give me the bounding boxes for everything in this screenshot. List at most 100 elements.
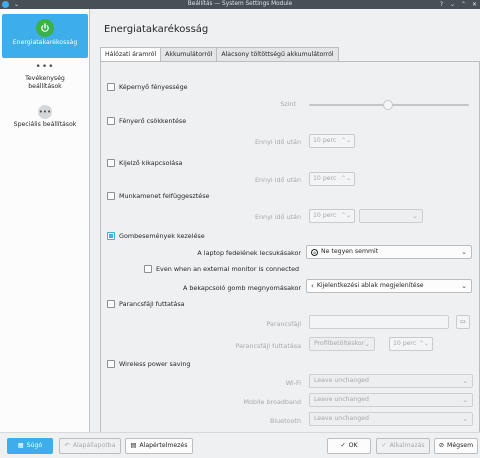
bluetooth-combo[interactable]: Leave unchanged ⌄ <box>309 412 473 426</box>
sidebar-item-label: Speciális beállítások <box>13 121 77 128</box>
suspend-label: Munkamenet felfüggesztése <box>119 192 210 200</box>
sidebar-item-activity[interactable]: ••• Tevékenység beállítások <box>2 61 88 101</box>
mobile-broadband-combo[interactable]: Leave unchanged ⌄ <box>309 393 473 407</box>
chevron-down-icon: ⌄ <box>462 396 468 404</box>
run-script-label: Parancsfájl futtatása <box>119 300 185 308</box>
screen-off-checkbox[interactable] <box>107 159 115 167</box>
spin-arrows-icon[interactable]: ⌃⌄ <box>419 338 429 350</box>
help-button[interactable]: ▦ Súgó <box>7 438 53 454</box>
button-events-row[interactable]: Gombesemények kezelése <box>107 232 205 240</box>
suspend-checkbox[interactable] <box>107 192 115 200</box>
window-titlebar[interactable]: ⌄ Beállítás — System Settings Module ? ⌄… <box>0 0 480 9</box>
screen-off-spinbox[interactable]: 10 perc ⌃⌄ <box>309 172 355 186</box>
cancel-label: Mégsem <box>447 442 474 449</box>
document-icon: ▤ <box>130 442 137 449</box>
settings-panel: Képernyő fényessége Szint Fényerő csökke… <box>100 61 480 438</box>
suspend-action-combo[interactable]: ⌄ <box>359 209 423 223</box>
dim-screen-row[interactable]: Fényerő csökkentése <box>107 117 186 125</box>
apply-button[interactable]: ✓ Alkalmazás <box>376 438 430 454</box>
screen-brightness-row[interactable]: Képernyő fényessége <box>107 83 188 91</box>
dim-screen-spinbox[interactable]: 10 perc ⌃⌄ <box>309 134 355 148</box>
lid-close-label: A laptop fedelének lecsukásakor <box>197 249 301 257</box>
screen-off-after-label: Ennyi idő után <box>254 176 301 184</box>
wireless-row[interactable]: Wireless power saving <box>107 360 190 368</box>
chevron-down-icon: ⌄ <box>461 248 467 256</box>
chevron-down-icon: ⌄ <box>364 340 370 348</box>
wifi-combo[interactable]: Leave unchanged ⌄ <box>309 374 473 388</box>
undo-icon: ↶ <box>64 442 70 449</box>
defaults-button[interactable]: ▤ Alapértelmezés <box>125 438 193 454</box>
tab-bar: Hálózati áramról Akkumulátorról Alacsony… <box>100 47 339 62</box>
chevron-down-icon: ⌄ <box>412 212 418 220</box>
sidebar-item-label: Energiatakarékosság <box>12 39 78 46</box>
close-icon[interactable]: ✕ <box>471 1 478 8</box>
power-icon <box>36 19 54 37</box>
screen-off-row[interactable]: Kijelző kikapcsolása <box>107 159 182 167</box>
main-content: Energiatakarékosság Hálózati áramról Akk… <box>91 9 480 438</box>
sidebar-item-advanced[interactable]: ••• Speciális beállítások <box>2 105 88 139</box>
dots-icon: ••• <box>38 105 52 119</box>
dim-screen-after-label: Ennyi idő után <box>254 138 301 146</box>
spin-arrows-icon[interactable]: ⌃⌄ <box>341 210 351 222</box>
spin-arrows-icon[interactable]: ⌃⌄ <box>341 173 351 185</box>
chevron-down-icon: ⌄ <box>462 377 468 385</box>
external-monitor-row[interactable]: Even when an external monitor is connect… <box>144 265 299 273</box>
cancel-button[interactable]: ⊘ Mégsem <box>434 438 478 454</box>
app-icon[interactable] <box>2 1 9 8</box>
window-title: Beállítás — System Settings Module <box>187 1 293 7</box>
run-script-checkbox[interactable] <box>107 300 115 308</box>
spinbox-value: 10 perc <box>393 340 417 347</box>
power-button-label: A bekapcsoló gomb megnyomásakor <box>182 284 301 292</box>
button-events-checkbox[interactable] <box>107 232 115 240</box>
brightness-level-label: Szint <box>280 100 296 108</box>
dots-icon: ••• <box>35 62 55 72</box>
help-icon[interactable]: ? <box>438 1 445 8</box>
checkmark-icon: ✓ <box>381 442 387 449</box>
pin-icon[interactable]: ⌄ <box>13 1 20 8</box>
brightness-slider-handle[interactable] <box>383 100 393 110</box>
cancel-icon: ⊘ <box>438 442 445 449</box>
spin-arrows-icon[interactable]: ⌃⌄ <box>341 135 351 147</box>
ok-label: OK <box>348 442 358 449</box>
chevron-down-icon: ⌄ <box>462 415 468 423</box>
checkmark-icon: ✓ <box>340 442 346 449</box>
button-events-label: Gombesemények kezelése <box>119 232 205 240</box>
suspend-after-label: Ennyi idő után <box>254 213 301 221</box>
tab-ac-power[interactable]: Hálózati áramról <box>100 47 162 62</box>
suspend-spinbox[interactable]: 10 perc ⌃⌄ <box>309 209 355 223</box>
tab-low-battery[interactable]: Alacsony töltöttségű akkumulátorról <box>216 47 339 61</box>
wireless-checkbox[interactable] <box>107 360 115 368</box>
wifi-label: Wi-Fi <box>285 379 301 387</box>
external-monitor-label: Even when an external monitor is connect… <box>156 265 300 273</box>
power-button-combo[interactable]: ‹ Kijelentkezési ablak megjelenítése ⌄ <box>306 279 472 293</box>
script-path-label: Parancsfájl <box>266 320 301 328</box>
dialog-button-bar: ▦ Súgó ↶ Alapállapotba ▤ Alapértelmezés ✓ OK… <box>0 432 480 458</box>
lid-close-combo[interactable]: ⊘ Ne tegyen semmit ⌄ <box>306 245 472 259</box>
suspend-row[interactable]: Munkamenet felfüggesztése <box>107 192 209 200</box>
dim-screen-checkbox[interactable] <box>107 117 115 125</box>
run-script-row[interactable]: Parancsfájl futtatása <box>107 300 185 308</box>
spinbox-value: 10 perc <box>313 212 337 219</box>
script-run-combo[interactable]: Profilbetöltéskor ⌄ <box>309 337 375 351</box>
sidebar-item-label: Tevékenység beállítások <box>25 75 65 90</box>
minimize-icon[interactable]: ⌄ <box>449 1 456 8</box>
ok-button[interactable]: ✓ OK <box>327 438 371 454</box>
wireless-label: Wireless power saving <box>119 360 191 368</box>
sidebar-item-energy[interactable]: Energiatakarékosság <box>2 14 88 58</box>
chevron-down-icon: ⌄ <box>461 282 467 290</box>
folder-open-icon[interactable]: ▭ <box>456 315 470 329</box>
spinbox-value: 10 perc <box>313 137 337 144</box>
dim-screen-label: Fényerő csökkentése <box>119 117 187 125</box>
external-monitor-checkbox[interactable] <box>144 265 152 273</box>
script-delay-spinbox[interactable]: 10 perc ⌃⌄ <box>389 337 433 351</box>
sidebar: Energiatakarékosság ••• Tevékenység beál… <box>0 9 90 432</box>
combo-value: Kijelentkezési ablak megjelenítése <box>316 282 424 289</box>
combo-value: Ne tegyen semmit <box>321 248 379 255</box>
script-path-input[interactable] <box>309 315 449 329</box>
tab-battery[interactable]: Akkumulátorról <box>160 47 218 61</box>
maximize-icon[interactable]: ⌃ <box>460 1 467 8</box>
screen-brightness-checkbox[interactable] <box>107 83 115 91</box>
mobile-broadband-label: Mobile broadband <box>243 398 302 406</box>
bluetooth-label: Bluetooth <box>269 417 301 425</box>
reset-button[interactable]: ↶ Alapállapotba <box>59 438 121 454</box>
